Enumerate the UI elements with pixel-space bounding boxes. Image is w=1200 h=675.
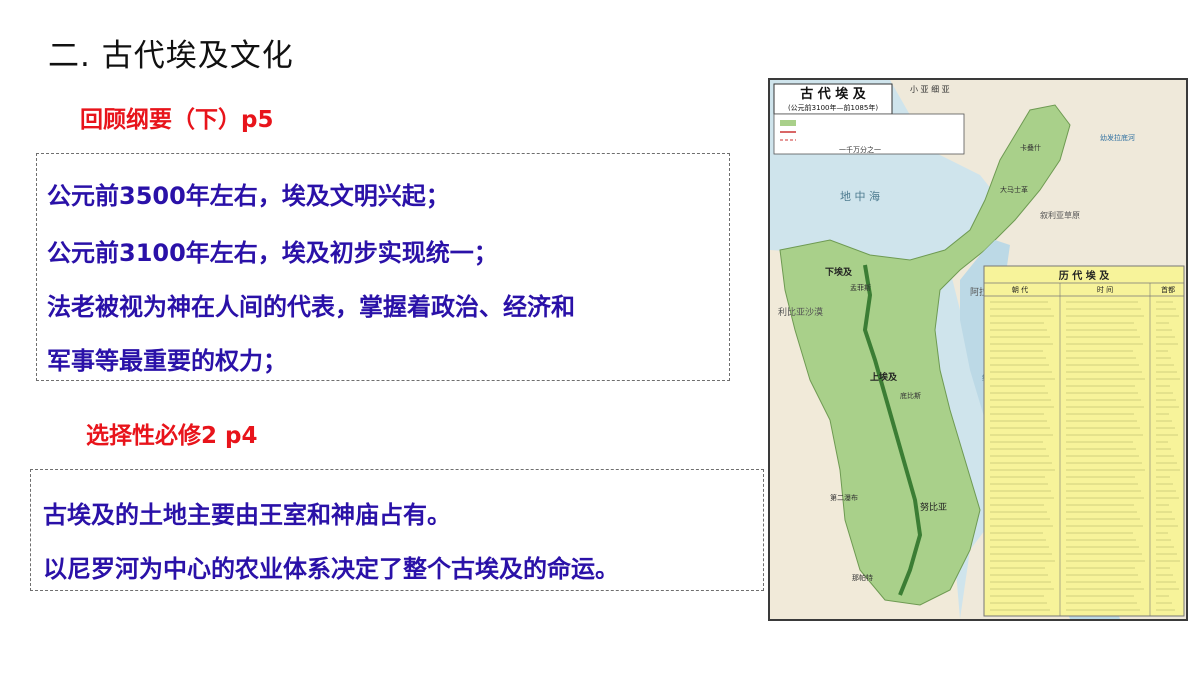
label-lower-egypt: 下埃及 — [825, 266, 853, 278]
section1-textbox: 公元前3500年左右，埃及文明兴起； 公元前3100年左右，埃及初步实现统一； … — [36, 153, 730, 381]
map-period: (公元前3100年—前1085年) — [788, 103, 878, 112]
label-cataract: 第二瀑布 — [830, 493, 858, 502]
page-title: 二. 古代埃及文化 — [48, 38, 294, 74]
section1-heading: 回顾纲要（下）p5 — [80, 107, 274, 133]
section2-line-1: 古埃及的土地主要由王室和神庙占有。 — [43, 501, 451, 529]
label-syria: 叙利亚草原 — [1040, 210, 1080, 220]
label-mediterranean: 地 中 海 — [840, 189, 880, 203]
section2-line-2: 以尼罗河为中心的农业体系决定了整个古埃及的命运。 — [43, 555, 619, 583]
section1-line-1: 公元前3500年左右，埃及文明兴起； — [47, 182, 450, 210]
label-damascus: 大马士革 — [1000, 185, 1028, 194]
section2-heading: 选择性必修2 p4 — [86, 423, 258, 449]
table-col-dynasty: 朝 代 — [1012, 285, 1028, 294]
section2-textbox: 古埃及的土地主要由王室和神庙占有。 以尼罗河为中心的农业体系决定了整个古埃及的命… — [30, 469, 764, 591]
label-euphrates: 幼发拉底河 — [1100, 133, 1135, 142]
label-thebes: 底比斯 — [900, 391, 921, 400]
table-title: 历 代 埃 及 — [1059, 269, 1110, 282]
label-nubia: 努比亚 — [920, 501, 947, 513]
table-col-time: 时 间 — [1097, 285, 1113, 294]
label-memphis: 孟菲斯 — [850, 283, 871, 292]
label-upper-egypt: 上埃及 — [870, 371, 898, 383]
map-scale: 一千万分之一 — [839, 145, 881, 154]
table-col-capital: 首都 — [1161, 285, 1175, 294]
ancient-egypt-map: 古 代 埃 及 (公元前3100年—前1085年) 一千万分之一 小 亚 细 亚… — [768, 78, 1188, 621]
label-asia-minor: 小 亚 细 亚 — [910, 84, 950, 94]
map-title: 古 代 埃 及 — [800, 86, 867, 102]
label-kadesh: 卡叠什 — [1020, 143, 1041, 152]
label-napata: 那帕特 — [852, 573, 873, 582]
label-libya: 利比亚沙漠 — [778, 306, 823, 318]
section1-line-4: 军事等最重要的权力； — [47, 347, 287, 375]
section1-line-2: 公元前3100年左右，埃及初步实现统一； — [47, 239, 498, 267]
section1-line-3: 法老被视为神在人间的代表，掌握着政治、经济和 — [47, 293, 575, 321]
